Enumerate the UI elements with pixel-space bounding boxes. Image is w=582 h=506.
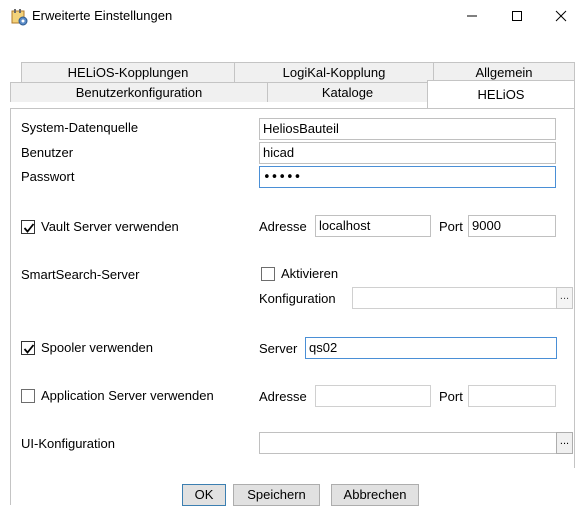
- smartsearch-browse-button[interactable]: ...: [556, 287, 573, 309]
- tab-label: Benutzerkonfiguration: [75, 85, 203, 100]
- maximize-icon: [512, 11, 522, 21]
- datasource-field[interactable]: HeliosBauteil: [259, 118, 556, 140]
- spooler-checkbox-label: Spooler verwenden: [41, 340, 154, 355]
- appserver-port-label: Port: [439, 389, 463, 404]
- minimize-icon: [467, 15, 477, 17]
- password-mask: •••••: [263, 170, 302, 185]
- smartsearch-activate-checkbox[interactable]: [261, 267, 275, 281]
- close-icon: [555, 10, 567, 22]
- user-field[interactable]: hicad: [259, 142, 556, 164]
- datasource-label: System-Datenquelle: [21, 120, 139, 135]
- vault-port-field[interactable]: 9000: [468, 215, 556, 237]
- vault-port-label: Port: [439, 219, 463, 234]
- save-button[interactable]: Speichern: [233, 484, 320, 506]
- panel-border: [10, 468, 11, 505]
- appserver-checkbox[interactable]: [21, 389, 35, 403]
- smartsearch-activate-label: Aktivieren: [281, 266, 339, 281]
- tab-kataloge[interactable]: Kataloge: [267, 82, 428, 102]
- close-button[interactable]: [538, 0, 582, 32]
- ui-config-browse-button[interactable]: ...: [556, 432, 573, 454]
- title-bar: Erweiterte Einstellungen: [0, 0, 582, 32]
- vault-checkbox-label: Vault Server verwenden: [41, 219, 179, 234]
- password-field[interactable]: •••••: [259, 166, 556, 188]
- maximize-button[interactable]: [494, 0, 540, 32]
- checkmark-icon: [23, 223, 35, 233]
- checkmark-icon: [23, 344, 35, 354]
- window-title: Erweiterte Einstellungen: [32, 8, 173, 23]
- ui-config-field[interactable]: [259, 432, 557, 454]
- vault-address-field[interactable]: localhost: [315, 215, 431, 237]
- tab-benutzerkonfiguration[interactable]: Benutzerkonfiguration: [10, 82, 268, 102]
- tab-label: Kataloge: [321, 85, 374, 100]
- settings-app-icon: [10, 8, 28, 26]
- vault-checkbox[interactable]: [21, 220, 35, 234]
- appserver-port-field[interactable]: [468, 385, 556, 407]
- vault-address-label: Adresse: [259, 219, 307, 234]
- appserver-address-label: Adresse: [259, 389, 307, 404]
- smartsearch-label: SmartSearch-Server: [21, 267, 140, 282]
- spooler-server-field[interactable]: qs02: [305, 337, 557, 359]
- ok-button[interactable]: OK: [182, 484, 226, 506]
- user-label: Benutzer: [21, 145, 74, 160]
- tab-helios[interactable]: HELiOS: [427, 80, 575, 109]
- tab-label: HELiOS-Kopplungen: [67, 65, 189, 80]
- spooler-server-label: Server: [259, 341, 298, 356]
- minimize-button[interactable]: [449, 0, 495, 32]
- tab-allgemein[interactable]: Allgemein: [433, 62, 575, 82]
- smartsearch-config-label: Konfiguration: [259, 291, 336, 306]
- password-label: Passwort: [21, 169, 75, 184]
- tab-helios-kopplungen[interactable]: HELiOS-Kopplungen: [21, 62, 235, 82]
- ui-config-label: UI-Konfiguration: [21, 436, 115, 451]
- tab-label: LogiKal-Kopplung: [282, 65, 386, 80]
- tab-label: HELiOS: [477, 87, 525, 102]
- cancel-button[interactable]: Abbrechen: [331, 484, 419, 506]
- tab-label: Allgemein: [475, 65, 533, 80]
- appserver-checkbox-label: Application Server verwenden: [41, 388, 214, 403]
- smartsearch-config-field[interactable]: [352, 287, 557, 309]
- appserver-address-field[interactable]: [315, 385, 431, 407]
- spooler-checkbox[interactable]: [21, 341, 35, 355]
- tab-logikal-kopplung[interactable]: LogiKal-Kopplung: [234, 62, 434, 82]
